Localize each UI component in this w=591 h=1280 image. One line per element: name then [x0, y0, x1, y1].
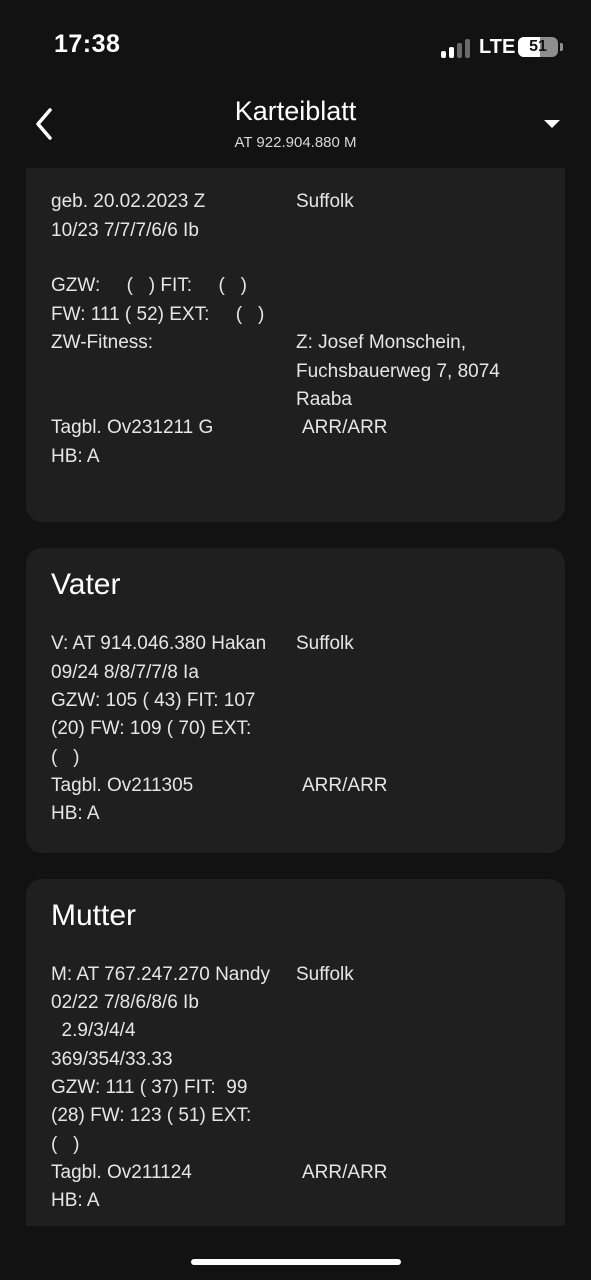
page-title: Karteiblatt: [234, 96, 357, 126]
father-fw-line: (20) FW: 109 ( 70) EXT:: [51, 718, 252, 739]
scores: 10/23 7/7/7/6/6 Ib: [51, 220, 199, 241]
battery-level: 51: [529, 38, 547, 55]
mother-card: Mutter M: AT 767.247.270 Nandy Suffolk 0…: [26, 879, 565, 1226]
nav-bar: Karteiblatt AT 922.904.880 M: [0, 90, 591, 168]
signal-icon: [441, 38, 473, 58]
dropdown-arrow-icon[interactable]: [544, 120, 560, 128]
home-indicator[interactable]: [191, 1259, 401, 1265]
mother-scores-2: 2.9/3/4/4: [51, 1020, 136, 1041]
mother-tagbl: Tagbl. Ov211124: [51, 1162, 192, 1183]
mother-title: Mutter: [51, 899, 137, 932]
breeder-line-2: Fuchsbauerweg 7, 8074: [296, 361, 500, 382]
animal-card: geb. 20.02.2023 Z Suffolk 10/23 7/7/7/6/…: [26, 168, 565, 522]
status-time: 17:38: [54, 30, 121, 58]
breeder-line-3: Raaba: [296, 389, 352, 410]
zw-fitness: ZW-Fitness:: [51, 332, 154, 353]
father-gzw-line: GZW: 105 ( 43) FIT: 107: [51, 690, 256, 711]
mother-scores-3: 369/354/33.33: [51, 1049, 173, 1070]
father-breed: Suffolk: [296, 633, 354, 654]
father-herdbook: HB: A: [51, 803, 100, 824]
mother-breed: Suffolk: [296, 964, 354, 985]
breeder-line-1: Z: Josef Monschein,: [296, 332, 467, 353]
breed: Suffolk: [296, 191, 354, 212]
father-tagbl: Tagbl. Ov211305: [51, 775, 194, 796]
status-bar: 17:38 LTE 51: [0, 0, 591, 90]
mother-scores: 02/22 7/8/6/8/6 Ib: [51, 992, 199, 1013]
fw-line: FW: 111 ( 52) EXT: ( ): [51, 304, 265, 325]
father-card: Vater V: AT 914.046.380 Hakan Suffolk 09…: [26, 548, 565, 853]
mother-gzw-line: GZW: 111 ( 37) FIT: 99: [51, 1077, 248, 1098]
mother-genotype: ARR/ARR: [302, 1162, 388, 1183]
birth-date: geb. 20.02.2023 Z: [51, 191, 206, 212]
mother-fw-line: (28) FW: 123 ( 51) EXT:: [51, 1105, 252, 1126]
father-scores: 09/24 8/8/7/7/8 Ia: [51, 662, 199, 683]
page-subtitle: AT 922.904.880 M: [234, 134, 357, 151]
mother-id: M: AT 767.247.270 Nandy: [51, 964, 271, 985]
father-id: V: AT 914.046.380 Hakan: [51, 633, 267, 654]
genotype: ARR/ARR: [302, 417, 388, 438]
father-ext-line: ( ): [51, 747, 80, 768]
herdbook: HB: A: [51, 446, 100, 467]
network-type: LTE: [479, 36, 516, 58]
father-title: Vater: [51, 568, 121, 601]
father-genotype: ARR/ARR: [302, 775, 388, 796]
battery-tip: [560, 43, 563, 51]
mother-ext-line: ( ): [51, 1134, 80, 1155]
mother-herdbook: HB: A: [51, 1190, 100, 1211]
battery-icon: 51: [518, 37, 558, 57]
gzw-line: GZW: ( ) FIT: ( ): [51, 275, 247, 296]
tagbl: Tagbl. Ov231211 G: [51, 417, 214, 438]
